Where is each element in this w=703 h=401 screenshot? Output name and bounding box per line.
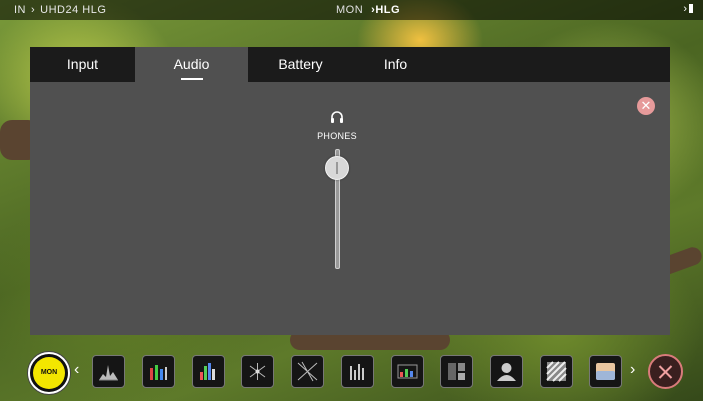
phones-volume-slider-handle[interactable] bbox=[325, 156, 349, 180]
close-panel-button[interactable]: ✕ bbox=[637, 97, 655, 115]
scroll-left-button[interactable]: ‹ bbox=[74, 362, 79, 378]
input-format: UHD24 HLG bbox=[40, 4, 107, 16]
settings-panel: Input Audio Battery Info ✕ PHONES bbox=[30, 47, 670, 335]
audio-meters-tool-button[interactable] bbox=[341, 355, 374, 388]
rgb-parade-icon bbox=[150, 365, 167, 380]
histogram-tool-button[interactable] bbox=[192, 355, 225, 388]
zebra-icon bbox=[546, 361, 567, 382]
monitor-mode-label: MON bbox=[33, 357, 65, 389]
tab-input[interactable]: Input bbox=[30, 47, 135, 82]
tab-info-label: Info bbox=[383, 56, 408, 72]
lut-icon bbox=[596, 363, 615, 380]
tab-audio[interactable]: Audio bbox=[135, 47, 248, 82]
waveform-icon bbox=[99, 365, 118, 381]
vectorscope-icon bbox=[249, 363, 266, 380]
headphones-icon bbox=[331, 111, 343, 123]
false-color-icon bbox=[397, 364, 418, 379]
tab-battery[interactable]: Battery bbox=[248, 47, 353, 82]
chevron-right-icon: › bbox=[31, 4, 36, 16]
zebra-tool-button[interactable] bbox=[540, 355, 573, 388]
tab-input-label: Input bbox=[66, 56, 99, 72]
rgb-parade-tool-button[interactable] bbox=[142, 355, 175, 388]
monitor-mode-button[interactable]: MON bbox=[28, 352, 70, 394]
monitor-label: MON bbox=[336, 4, 364, 16]
active-tab-indicator bbox=[180, 78, 203, 80]
chevron-right-icon: › bbox=[683, 3, 687, 15]
status-bar: IN › UHD24 HLG MON ›HLG › bbox=[0, 0, 703, 20]
phones-control: PHONES bbox=[300, 109, 374, 141]
vectorscope-zoom-icon bbox=[297, 361, 318, 382]
vectorscope-tool-button[interactable] bbox=[241, 355, 274, 388]
exit-button[interactable] bbox=[648, 354, 683, 389]
battery-icon bbox=[689, 4, 693, 13]
histogram-icon bbox=[200, 363, 215, 380]
monitor-mode: HLG bbox=[375, 4, 401, 16]
skin-tone-tool-button[interactable] bbox=[490, 355, 523, 388]
lut-tool-button[interactable] bbox=[589, 355, 622, 388]
focus-peaking-tool-button[interactable] bbox=[440, 355, 473, 388]
battery-status[interactable]: › bbox=[683, 3, 693, 15]
scroll-right-button[interactable]: › bbox=[630, 362, 635, 378]
monitor-status[interactable]: MON ›HLG bbox=[336, 4, 400, 16]
tab-info[interactable]: Info bbox=[353, 47, 438, 82]
bottom-toolbar: MON ‹ › bbox=[0, 345, 703, 401]
phones-label: PHONES bbox=[317, 131, 357, 141]
tab-audio-label: Audio bbox=[173, 56, 210, 72]
skin-tone-icon bbox=[497, 363, 516, 381]
tab-bar: Input Audio Battery Info bbox=[30, 47, 670, 82]
false-color-tool-button[interactable] bbox=[391, 355, 424, 388]
vectorscope-zoom-tool-button[interactable] bbox=[291, 355, 324, 388]
input-label: IN bbox=[14, 4, 26, 16]
input-status[interactable]: IN › UHD24 HLG bbox=[14, 4, 106, 16]
close-icon: ✕ bbox=[640, 98, 652, 113]
audio-meters-icon bbox=[350, 364, 364, 380]
tab-battery-label: Battery bbox=[278, 56, 323, 72]
focus-peaking-icon bbox=[448, 363, 465, 380]
waveform-tool-button[interactable] bbox=[92, 355, 125, 388]
